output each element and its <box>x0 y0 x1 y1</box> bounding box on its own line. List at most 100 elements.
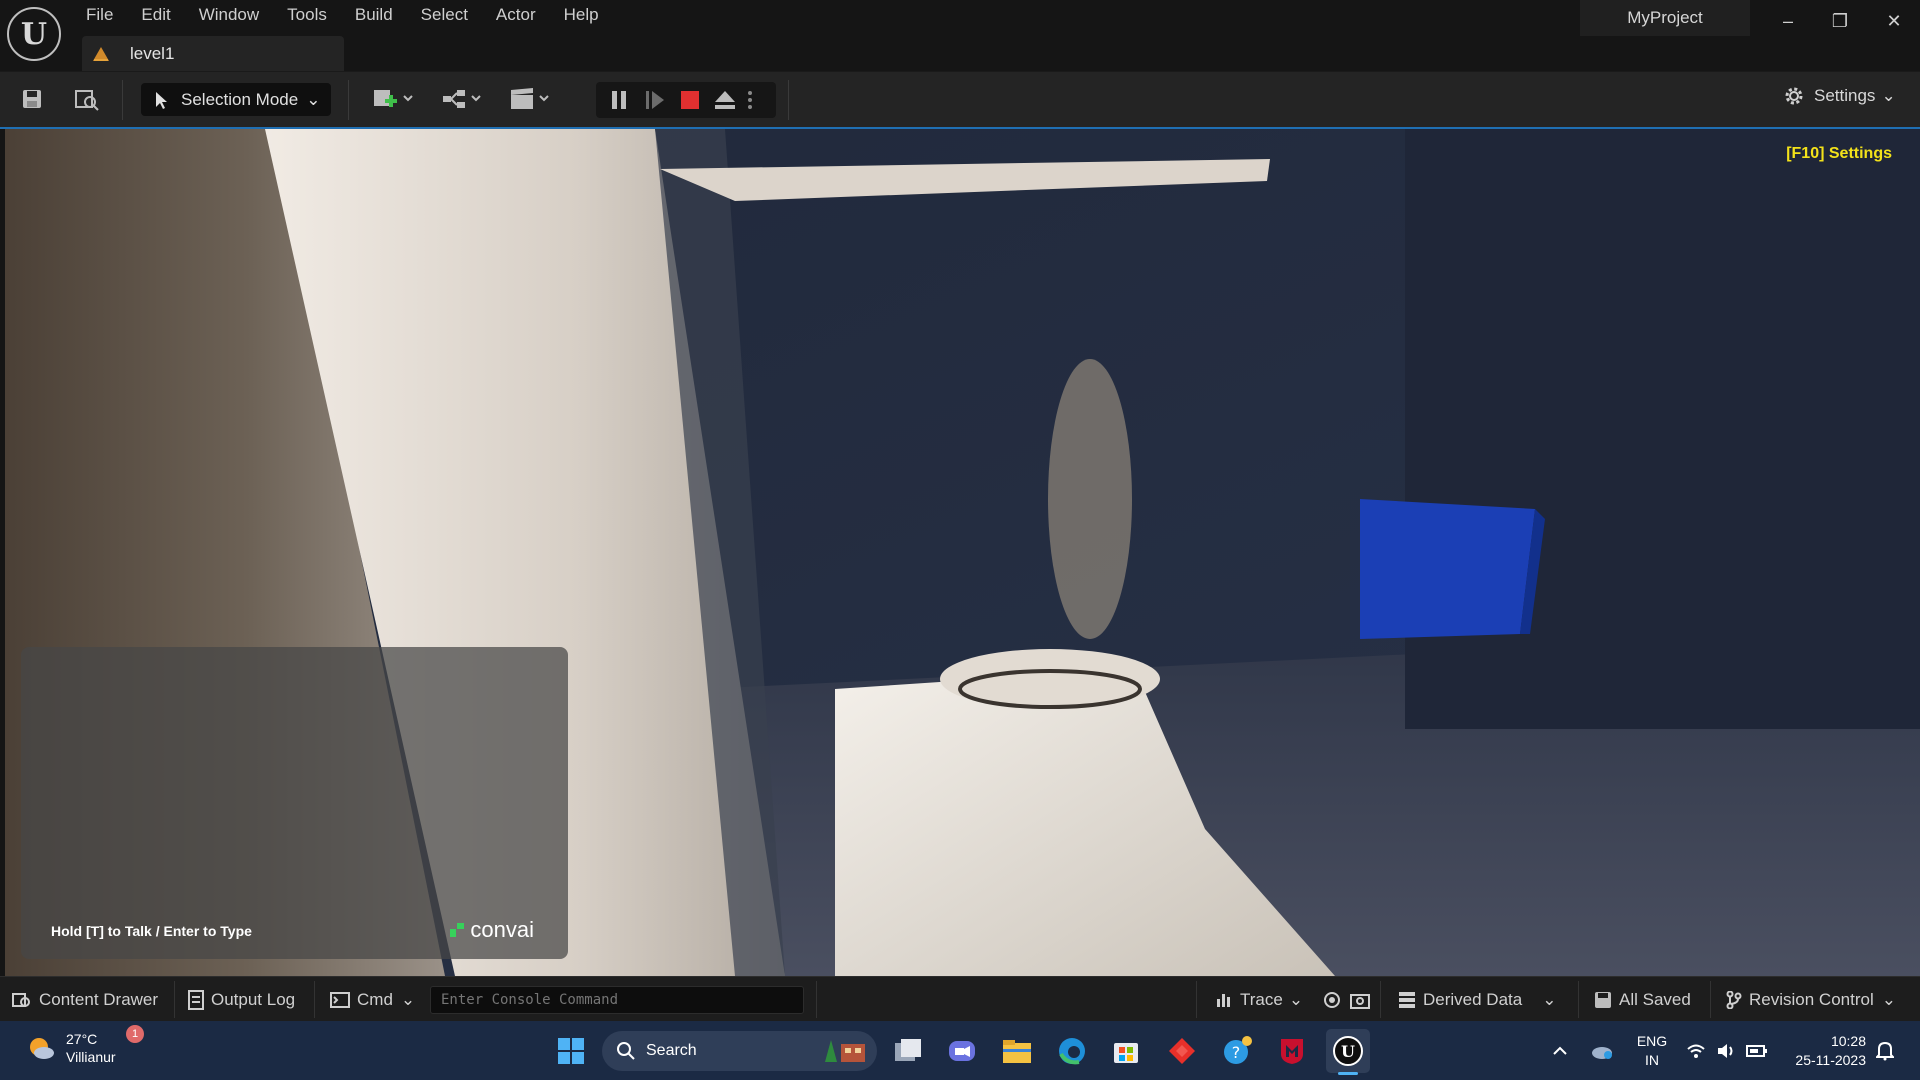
output-log-label: Output Log <box>211 989 296 1009</box>
unreal-engine-taskbar-icon[interactable]: U <box>1326 1029 1370 1075</box>
menu-window[interactable]: Window <box>185 0 273 30</box>
clock-date: 25-11-2023 <box>1795 1052 1866 1068</box>
revision-control-label: Revision Control <box>1749 989 1874 1009</box>
chevron-down-icon: ⌄ <box>1542 989 1557 1009</box>
status-divider <box>1578 981 1579 1018</box>
title-bar: U File Edit Window Tools Build Select Ac… <box>0 0 1920 71</box>
cmd-dropdown[interactable]: Cmd ⌄ <box>330 977 415 1022</box>
cinematics-icon[interactable] <box>506 84 556 114</box>
notification-badge: 1 <box>126 1025 144 1043</box>
content-drawer-button[interactable]: Content Drawer <box>12 977 158 1022</box>
wifi-icon[interactable] <box>1686 1021 1706 1080</box>
battery-icon[interactable] <box>1746 1021 1768 1080</box>
restore-icon[interactable]: ❐ <box>1820 4 1860 38</box>
help-app-icon[interactable]: ? <box>1216 1029 1260 1073</box>
convai-logo-icon <box>450 923 465 937</box>
cursor-icon <box>156 91 167 109</box>
add-actor-icon[interactable] <box>368 84 418 114</box>
menu-actor[interactable]: Actor <box>482 0 550 30</box>
settings-button[interactable]: Settings ⌄ <box>1782 84 1896 108</box>
chevron-down-icon: ⌄ <box>1288 989 1304 1009</box>
edge-browser-icon[interactable] <box>1050 1029 1094 1073</box>
talk-hint-text: Hold [T] to Talk / Enter to Type <box>51 923 252 939</box>
menu-edit[interactable]: Edit <box>127 0 184 30</box>
svg-text:U: U <box>1341 1042 1355 1061</box>
f10-settings-hint: [F10] Settings <box>1786 145 1892 162</box>
eject-icon[interactable] <box>708 85 742 115</box>
weather-widget[interactable]: 27°C Villianur <box>26 1030 116 1066</box>
clock-time: 10:28 <box>1830 1033 1866 1049</box>
show-hidden-icons-icon[interactable] <box>1552 1021 1568 1080</box>
screenshot-icon[interactable] <box>1350 977 1370 1022</box>
status-divider <box>816 981 817 1018</box>
notification-bell-icon[interactable] <box>1876 1021 1894 1080</box>
taskbar-search[interactable]: Search <box>602 1031 877 1071</box>
editor-status-bar: Content Drawer Output Log Cmd ⌄ Trace ⌄ <box>0 976 1920 1021</box>
status-divider <box>1380 981 1381 1018</box>
trace-dropdown[interactable]: Trace ⌄ <box>1215 977 1303 1022</box>
search-label: Search <box>646 1042 697 1059</box>
teams-chat-icon[interactable] <box>940 1029 984 1073</box>
level-tab[interactable]: level1 <box>82 36 344 71</box>
weather-sun-cloud-icon <box>30 1038 54 1059</box>
minimize-icon[interactable]: – <box>1768 4 1808 38</box>
record-icon[interactable] <box>1323 977 1341 1022</box>
windows-start-icon[interactable] <box>549 1029 593 1073</box>
menu-select[interactable]: Select <box>407 0 482 30</box>
menu-help[interactable]: Help <box>550 0 613 30</box>
output-log-button[interactable]: Output Log <box>188 977 295 1022</box>
toolbar-divider <box>348 80 349 120</box>
frame-skip-icon[interactable] <box>638 85 672 115</box>
derived-data-dropdown[interactable]: Derived Data ⌄ <box>1398 977 1556 1022</box>
search-icon <box>617 1042 635 1060</box>
revision-control-dropdown[interactable]: Revision Control ⌄ <box>1726 977 1896 1022</box>
level-warning-icon <box>93 46 109 61</box>
trace-icon <box>1215 991 1233 1009</box>
menu-build[interactable]: Build <box>341 0 407 30</box>
mcafee-icon[interactable] <box>1270 1029 1314 1073</box>
svg-text:?: ? <box>1232 1043 1241 1062</box>
blueprints-icon[interactable] <box>438 84 488 114</box>
output-log-icon <box>188 989 204 1010</box>
volume-icon[interactable] <box>1716 1021 1736 1080</box>
derived-data-label: Derived Data <box>1423 989 1523 1009</box>
chevron-down-icon: ⌄ <box>306 89 321 109</box>
convai-chat-panel[interactable]: Hold [T] to Talk / Enter to Type convai <box>21 647 568 959</box>
unreal-logo-icon[interactable]: U <box>7 7 61 61</box>
unreal-editor-window: U File Edit Window Tools Build Select Ac… <box>0 0 1920 1080</box>
onedrive-icon[interactable] <box>1590 1021 1614 1080</box>
anydesk-icon[interactable] <box>1160 1029 1204 1073</box>
convai-brand: convai <box>450 917 534 943</box>
selection-mode-label: Selection Mode <box>181 89 299 109</box>
menu-file[interactable]: File <box>72 0 127 30</box>
task-view-icon[interactable] <box>886 1029 930 1073</box>
game-viewport[interactable]: [F10] Settings Hold [T] to Talk / Enter … <box>5 129 1920 976</box>
pause-icon[interactable] <box>602 85 636 115</box>
trace-label: Trace <box>1240 989 1283 1009</box>
derived-data-icon <box>1398 991 1416 1009</box>
status-divider <box>1710 981 1711 1018</box>
menu-tools[interactable]: Tools <box>273 0 341 30</box>
selection-mode-dropdown[interactable]: Selection Mode ⌄ <box>141 83 331 116</box>
status-divider <box>174 981 175 1018</box>
save-icon[interactable] <box>15 84 49 114</box>
toolbar-divider <box>788 80 789 120</box>
input-language[interactable]: ENG IN <box>1634 1032 1670 1070</box>
status-divider <box>314 981 315 1018</box>
play-options-icon[interactable] <box>740 85 760 115</box>
all-saved-button[interactable]: All Saved <box>1594 977 1691 1022</box>
content-drawer-label: Content Drawer <box>39 989 159 1009</box>
search-highlight-icon <box>825 1040 865 1062</box>
settings-label: Settings <box>1814 86 1876 105</box>
chevron-down-icon: ⌄ <box>400 989 416 1009</box>
console-command-input[interactable] <box>430 986 804 1014</box>
browse-content-icon[interactable] <box>70 84 104 114</box>
chevron-down-icon: ⌄ <box>1881 989 1896 1009</box>
stop-icon[interactable] <box>673 85 707 115</box>
system-clock[interactable]: 10:28 25-11-2023 <box>1778 1032 1866 1070</box>
file-explorer-icon[interactable] <box>995 1029 1039 1073</box>
close-icon[interactable]: ✕ <box>1874 4 1914 38</box>
branch-icon <box>1726 990 1742 1009</box>
microsoft-store-icon[interactable] <box>1104 1029 1148 1073</box>
status-divider <box>1196 981 1197 1018</box>
